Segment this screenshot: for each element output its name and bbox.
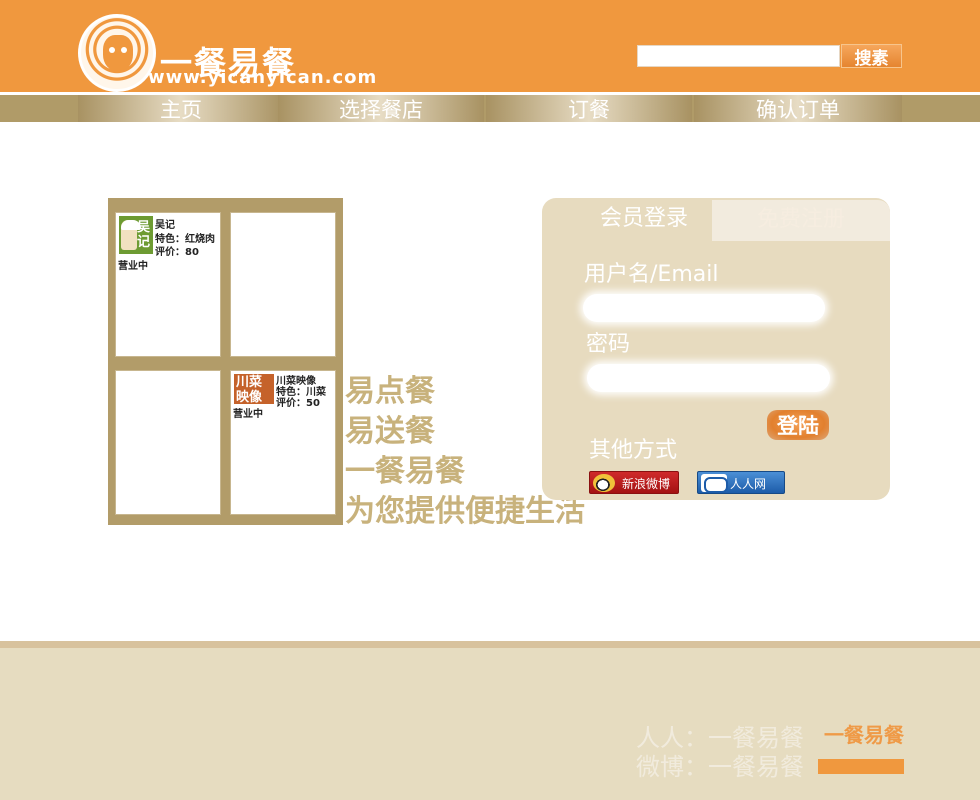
login-button[interactable]: 登陆 [767,410,829,440]
slogan-line: 一餐易餐 [345,454,465,489]
restaurant-status: 营业中 [118,261,148,272]
footer-divider [0,641,980,648]
restaurant-rating: 评价：80 [155,247,199,258]
weibo-login-button[interactable]: 新浪微博 [589,471,679,494]
renren-label: 人人网 [730,477,767,491]
other-methods-label: 其他方式 [589,438,678,463]
restaurant-name[interactable]: 吴记 [155,216,175,231]
restaurant-grid: 吴记 吴记 特色：红烧肉 评价：80 营业中 川菜映像 川菜映像 特色：川菜 评… [108,198,343,525]
chef-icon [121,220,141,250]
nav-item-home[interactable]: 主页 [78,95,284,122]
tab-member-login[interactable]: 会员登录 [575,200,713,238]
renren-login-button[interactable]: 人人网 [697,471,785,494]
restaurant-card[interactable]: 川菜映像 川菜映像 特色：川菜 评价：50 营业中 [230,370,336,515]
thumbnail-label: 川菜映像 [236,375,263,405]
slogan-line: 易点餐 [345,374,435,409]
restaurant-thumbnail[interactable]: 吴记 [119,216,153,254]
restaurant-card-empty [230,212,336,357]
search-input[interactable] [637,45,840,67]
logo-url: www.yicanyican.com [148,67,378,88]
search-button[interactable]: 搜素 [841,44,902,69]
eye-icon [109,47,115,53]
nav-item-select-restaurant[interactable]: 选择餐店 [278,95,484,122]
footer-logo[interactable]: 一餐易餐 [818,724,904,774]
footer-logo-text: 一餐易餐 [824,723,904,747]
password-field[interactable] [587,364,830,392]
footer-weibo-link[interactable]: 微博：一餐易餐 [636,747,804,782]
footer-logo-bar [818,759,904,774]
renren-icon [701,474,728,493]
restaurant-card-empty [115,370,221,515]
restaurant-rating: 评价：50 [276,398,320,409]
restaurant-card[interactable]: 吴记 吴记 特色：红烧肉 评价：80 营业中 [115,212,221,357]
username-label: 用户名/Email [584,262,719,287]
password-label: 密码 [586,332,631,357]
eye-icon [121,47,127,53]
chef-face-icon [103,35,133,71]
logo-icon[interactable] [78,14,156,92]
weibo-icon [593,474,615,492]
weibo-label: 新浪微博 [622,477,671,491]
thumbnail-label: 吴记 [137,220,151,250]
tab-free-register[interactable]: 免费注册 [712,200,890,241]
slogan-line: 易送餐 [345,414,435,449]
nav-item-order[interactable]: 订餐 [486,95,692,122]
restaurant-status: 营业中 [233,409,263,420]
nav-item-confirm-order[interactable]: 确认订单 [694,95,902,122]
username-field[interactable] [583,294,825,322]
restaurant-thumbnail[interactable]: 川菜映像 [234,374,274,405]
